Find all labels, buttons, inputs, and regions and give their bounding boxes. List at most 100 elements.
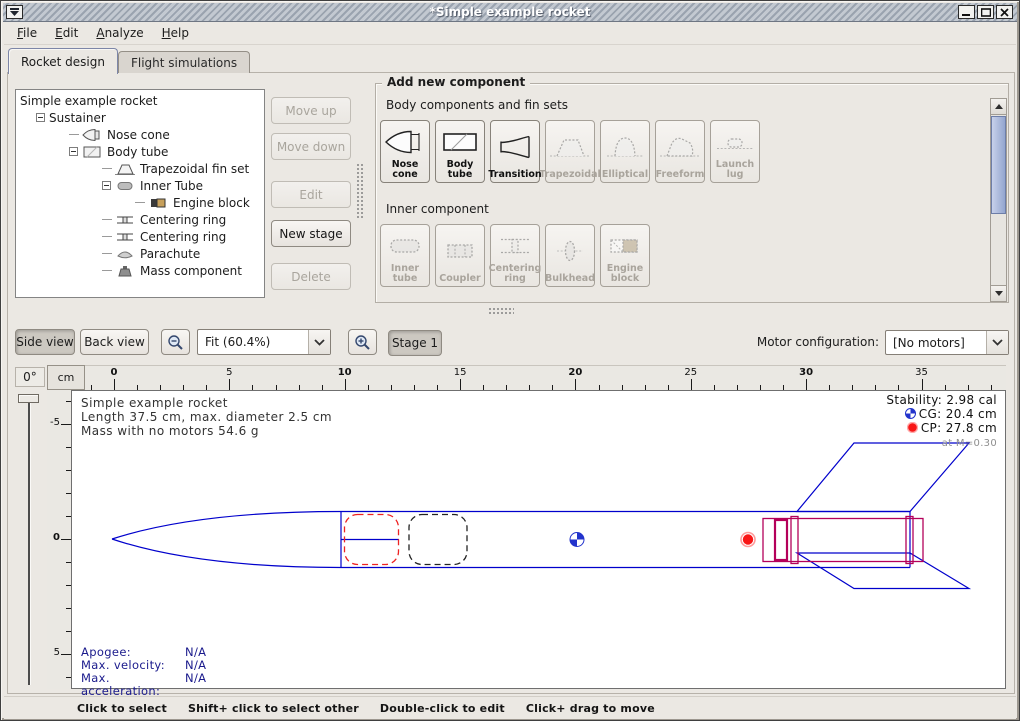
motor-combo-chevron-down-icon[interactable]: [986, 331, 1008, 354]
ruler-tick-label: 30: [796, 367, 816, 378]
window-menu-button[interactable]: [6, 5, 23, 19]
component-button-label: Nose cone: [382, 160, 428, 181]
app-window: *Simple example rocket FileEditAnalyzeHe…: [0, 0, 1020, 721]
scrollbar-thumb[interactable]: [991, 116, 1006, 214]
add-freeform-button[interactable]: Freeform: [655, 120, 705, 183]
add-elliptical-button[interactable]: Elliptical: [600, 120, 650, 183]
tree-item-inner-tube[interactable]: Inner Tube: [16, 177, 264, 194]
tree-item-mass-component[interactable]: Mass component: [16, 262, 264, 279]
add-inner-tube-button[interactable]: Inner tube: [380, 224, 430, 287]
info-line: Length 37.5 cm, max. diameter 2.5 cm: [81, 410, 332, 424]
motor-configuration-combo[interactable]: [No motors]: [885, 330, 1009, 355]
tab-flight-simulations[interactable]: Flight simulations: [118, 51, 250, 73]
tree-item-sustainer[interactable]: Sustainer: [16, 109, 264, 126]
tree-item-centering-ring[interactable]: Centering ring: [16, 228, 264, 245]
tree-item-parachute[interactable]: Parachute: [16, 245, 264, 262]
flight-stat-row: Max. acceleration:N/A: [81, 672, 206, 698]
rocket-canvas[interactable]: Simple example rocketLength 37.5 cm, max…: [71, 390, 1006, 689]
mass-component-outline: [409, 515, 467, 565]
expand-handle-icon[interactable]: [69, 147, 78, 156]
component-scrollbar[interactable]: [990, 98, 1007, 302]
component-tree[interactable]: Simple example rocket SustainerNose cone B…: [15, 89, 265, 298]
close-button[interactable]: [996, 5, 1013, 19]
delete-button[interactable]: Delete: [271, 263, 351, 290]
rocket-outline: [112, 443, 969, 589]
tree-item-label: Sustainer: [49, 111, 106, 125]
side-view-button[interactable]: Side view: [15, 329, 75, 355]
tree-item-simple-example-rocket[interactable]: Simple example rocket: [16, 92, 264, 109]
expand-handle-icon[interactable]: [36, 113, 45, 122]
component-button-label: Transition: [488, 170, 541, 180]
ruler-tick: [922, 379, 923, 390]
tab-rocket-design[interactable]: Rocket design: [8, 48, 118, 74]
flight-stat-value: N/A: [185, 672, 206, 698]
centering-ring-icon: [493, 228, 537, 264]
expand-handle-icon[interactable]: [102, 181, 111, 190]
component-button-label: Inner tube: [382, 264, 428, 285]
ruler-unit-label: cm: [47, 365, 85, 390]
motor-configuration-value: [No motors]: [886, 336, 986, 350]
zoom-level-combo[interactable]: Fit (60.4%): [197, 329, 331, 355]
maximize-button[interactable]: [977, 5, 994, 19]
tree-item-trapezoidal-fin-set[interactable]: Trapezoidal fin set: [16, 160, 264, 177]
menu-analyze[interactable]: Analyze: [87, 23, 152, 43]
flight-stats: Apogee:N/AMax. velocity:N/AMax. accelera…: [81, 646, 206, 698]
add-trapezoidal-button[interactable]: Trapezoidal: [545, 120, 595, 183]
cp-legend-icon: [907, 422, 918, 437]
tree-item-nose-cone[interactable]: Nose cone: [16, 126, 264, 143]
add-centering-ring-button[interactable]: Centering ring: [490, 224, 540, 287]
zoom-in-button[interactable]: [348, 329, 377, 355]
add-bulkhead-button[interactable]: Bulkhead: [545, 224, 595, 287]
edit-button[interactable]: Edit: [271, 181, 351, 208]
back-view-label: Back view: [84, 335, 145, 349]
tree-item-body-tube[interactable]: Body tube: [16, 143, 264, 160]
status-hint: Click to select: [77, 702, 167, 715]
cg-value: 20.4 cm: [946, 407, 997, 421]
tree-item-label: Inner Tube: [140, 179, 203, 193]
engine-block-icon: [603, 228, 647, 264]
tree-connector: [102, 253, 112, 254]
zoom-out-button[interactable]: [161, 329, 190, 355]
rotation-slider-track[interactable]: [28, 395, 30, 685]
menu-help[interactable]: Help: [153, 23, 198, 43]
minimize-button[interactable]: [958, 5, 975, 19]
add-nose-cone-button[interactable]: Nose cone: [380, 120, 430, 183]
stage-toggle-label: Stage 1: [392, 336, 438, 350]
title-bar[interactable]: *Simple example rocket: [3, 3, 1017, 22]
motor-configuration-label: Motor configuration:: [701, 335, 879, 349]
ruler-tick-label: 0: [104, 367, 124, 378]
stability-readout: Stability: 2.98 cal CG: 20.4 cm CP: 27.8…: [886, 394, 997, 450]
window-menu-icon: [9, 8, 20, 17]
tree-item-label: Mass component: [140, 264, 242, 278]
horizontal-splitter-handle[interactable]: [488, 307, 514, 316]
add-engine-block-button[interactable]: Engine block: [600, 224, 650, 287]
rotation-slider-handle[interactable]: [18, 394, 39, 403]
add-launch-lug-button[interactable]: Launch lug: [710, 120, 760, 183]
add-body-tube-button[interactable]: Body tube: [435, 120, 485, 183]
back-view-button[interactable]: Back view: [80, 329, 149, 355]
ruler-tick-label: 15: [450, 367, 470, 378]
add-coupler-button[interactable]: Coupler: [435, 224, 485, 287]
move-up-button[interactable]: Move up: [271, 97, 351, 124]
ruler-tick-label: 20: [565, 367, 585, 378]
ruler-tick: [61, 654, 71, 655]
stage-toggle-button[interactable]: Stage 1: [388, 330, 442, 356]
tree-item-centering-ring[interactable]: Centering ring: [16, 211, 264, 228]
tree-item-label: Body tube: [107, 145, 168, 159]
move-down-button[interactable]: Move down: [271, 133, 351, 160]
scroll-down-icon[interactable]: [991, 285, 1006, 301]
menu-edit[interactable]: Edit: [46, 23, 87, 43]
scroll-up-icon[interactable]: [991, 99, 1006, 115]
tree-item-engine-block[interactable]: Engine block: [16, 194, 264, 211]
maximize-icon: [981, 8, 991, 17]
add-component-title: Add new component: [382, 75, 530, 89]
ruler-tick-label: -5: [50, 417, 60, 428]
zoom-combo-chevron-down-icon[interactable]: [308, 330, 330, 354]
vertical-splitter-handle[interactable]: [356, 163, 363, 219]
section-label-inner-component: Inner component: [386, 202, 489, 216]
engine-block-outline: [775, 520, 787, 560]
tree-item-label: Engine block: [173, 196, 250, 210]
add-transition-button[interactable]: Transition: [490, 120, 540, 183]
menu-file[interactable]: File: [8, 23, 46, 43]
new-stage-button[interactable]: New stage: [271, 220, 351, 247]
